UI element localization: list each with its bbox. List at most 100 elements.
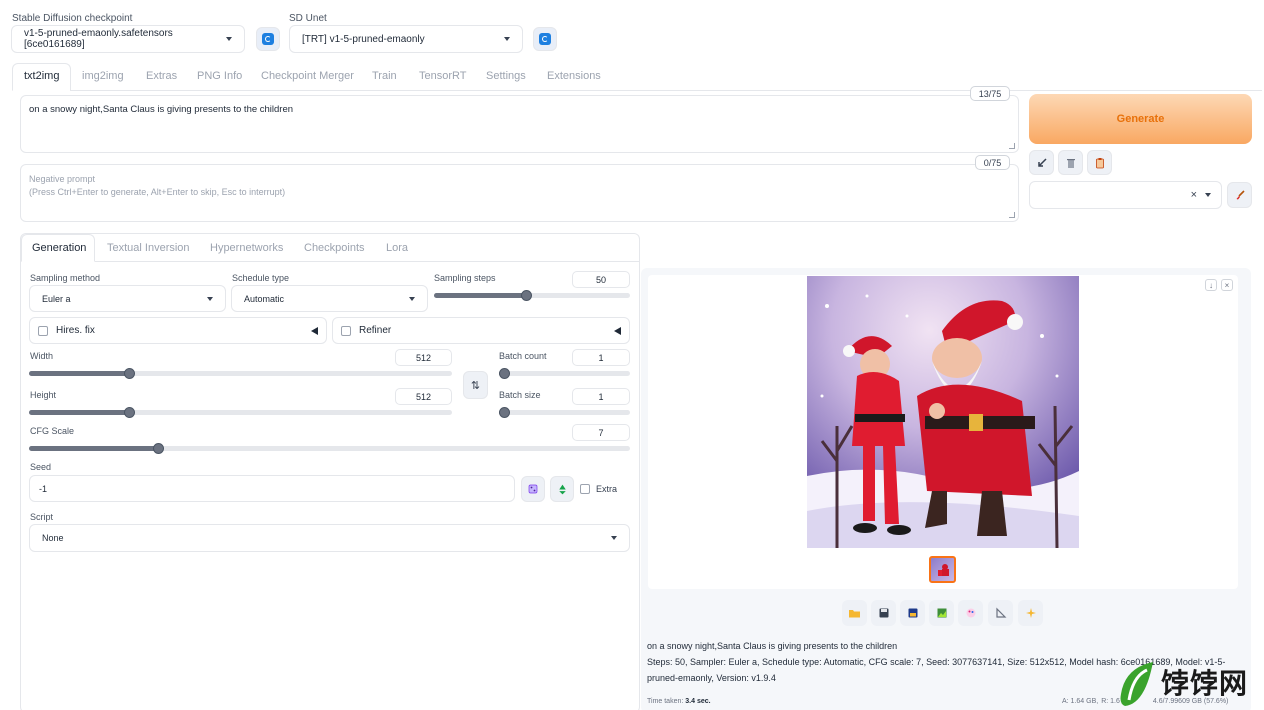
save-button[interactable] [871,600,896,626]
tab-txt2img[interactable]: txt2img [24,70,59,82]
sampling-steps-input[interactable]: 50 [572,271,630,288]
reuse-seed-button[interactable] [550,476,574,502]
tab-tensorrt[interactable]: TensorRT [419,70,466,82]
zip-icon [908,608,917,618]
chevron-down-icon [504,37,510,41]
tab-extras[interactable]: Extras [146,70,177,82]
arrow-icon [1037,157,1047,167]
download-icon[interactable]: ↓ [1205,279,1217,291]
save-icon [879,608,888,618]
random-seed-button[interactable] [521,476,545,502]
sparkle-icon [1025,608,1036,618]
slider-handle[interactable] [124,368,135,379]
send-to-inpaint-button[interactable] [958,600,983,626]
sampling-method-label: Sampling method [30,273,101,283]
styles-dropdown[interactable]: × [1029,181,1222,209]
script-dropdown[interactable]: None [29,524,630,552]
slider-fill [29,446,158,451]
extra-seed-option[interactable]: Extra [580,484,617,494]
send-to-extras-button[interactable] [988,600,1013,626]
height-input[interactable]: 512 [395,388,452,405]
cfg-scale-label: CFG Scale [30,426,75,436]
checkpoint-refresh-button[interactable] [256,27,280,51]
width-input[interactable]: 512 [395,349,452,366]
hires-fix-accordion[interactable]: Hires. fix [29,317,327,344]
read-params-button[interactable] [1029,150,1054,175]
refiner-accordion[interactable]: Refiner [332,317,630,344]
watermark-text: 饽饽网 [1161,667,1249,700]
upscale-button[interactable] [1018,600,1043,626]
slider-handle[interactable] [153,443,164,454]
palette-icon [966,608,975,618]
generated-image[interactable] [807,276,1079,548]
gallery-thumbnail[interactable] [929,556,956,583]
schedule-type-dropdown[interactable]: Automatic [231,285,428,312]
tab-png-info[interactable]: PNG Info [197,70,242,82]
cfg-scale-input[interactable]: 7 [572,424,630,441]
batch-size-slider[interactable] [499,407,630,418]
hires-fix-checkbox[interactable] [38,325,48,336]
batch-size-input[interactable]: 1 [572,388,630,405]
prompt-input[interactable]: on a snowy night,Santa Claus is giving p… [20,95,1019,153]
extra-checkbox[interactable] [580,484,590,494]
unet-label: SD Unet [289,13,327,24]
slider-handle[interactable] [521,290,532,301]
open-folder-button[interactable] [842,600,867,626]
edit-styles-button[interactable] [1227,182,1252,208]
height-slider[interactable] [29,407,452,418]
tab-settings[interactable]: Settings [486,70,526,82]
checkpoint-label: Stable Diffusion checkpoint [12,13,133,24]
chevron-down-icon [409,296,415,301]
collapse-triangle-icon [311,326,318,335]
script-label: Script [30,512,54,522]
styles-clear-icon[interactable]: × [1191,189,1197,201]
batch-count-input[interactable]: 1 [572,349,630,366]
swap-dimensions-button[interactable]: ⇅ [463,371,488,399]
negative-prompt-input[interactable]: Negative prompt (Press Ctrl+Enter to gen… [20,164,1019,222]
tab-img2img[interactable]: img2img [82,70,124,82]
close-icon[interactable]: × [1221,279,1233,291]
time-taken-label: Time taken: [647,698,684,705]
sampling-method-dropdown[interactable]: Euler a [29,285,226,312]
refiner-label: Refiner [359,325,392,336]
tab-extensions[interactable]: Extensions [547,70,601,82]
sampling-steps-label: Sampling steps [434,273,496,283]
resize-grip-icon[interactable] [1009,143,1015,149]
negative-token-counter: 0/75 [975,155,1010,170]
subtab-hypernetworks[interactable]: Hypernetworks [210,242,283,254]
subtab-generation[interactable]: Generation [32,242,86,254]
unet-dropdown[interactable]: [TRT] v1-5-pruned-emaonly [289,25,523,53]
folder-icon [849,610,860,618]
subtab-textual-inversion[interactable]: Textual Inversion [107,242,190,254]
tab-checkpoint-merger[interactable]: Checkpoint Merger [261,70,354,82]
batch-size-label: Batch size [499,390,541,400]
subtab-checkpoints[interactable]: Checkpoints [304,242,365,254]
seed-input[interactable]: -1 [29,475,515,502]
unet-value: [TRT] v1-5-pruned-emaonly [302,33,425,45]
subtab-divider [95,261,640,262]
batch-count-label: Batch count [499,351,547,361]
refresh-icon [539,33,551,45]
clear-prompt-button[interactable] [1058,150,1083,175]
slider-handle[interactable] [499,407,510,418]
slider-handle[interactable] [499,368,510,379]
cfg-scale-slider[interactable] [29,443,630,454]
checkpoint-dropdown[interactable]: v1-5-pruned-emaonly.safetensors [6ce0161… [11,25,245,53]
generate-button[interactable]: Generate [1029,94,1252,144]
seed-value: -1 [39,483,48,494]
refiner-checkbox[interactable] [341,325,351,336]
width-slider[interactable] [29,368,452,379]
sampling-steps-slider[interactable] [434,290,630,301]
tab-train[interactable]: Train [372,70,397,82]
batch-count-slider[interactable] [499,368,630,379]
subtab-lora[interactable]: Lora [386,242,408,254]
info-params-line2: pruned-emaonly, Version: v1.9.4 [647,673,776,683]
schedule-type-label: Schedule type [232,273,290,283]
unet-refresh-button[interactable] [533,27,557,51]
slider-handle[interactable] [124,407,135,418]
zip-button[interactable] [900,600,925,626]
apply-style-button[interactable] [1087,150,1112,175]
send-to-img2img-button[interactable] [929,600,954,626]
tab-divider [70,90,1262,91]
resize-grip-icon[interactable] [1009,212,1015,218]
